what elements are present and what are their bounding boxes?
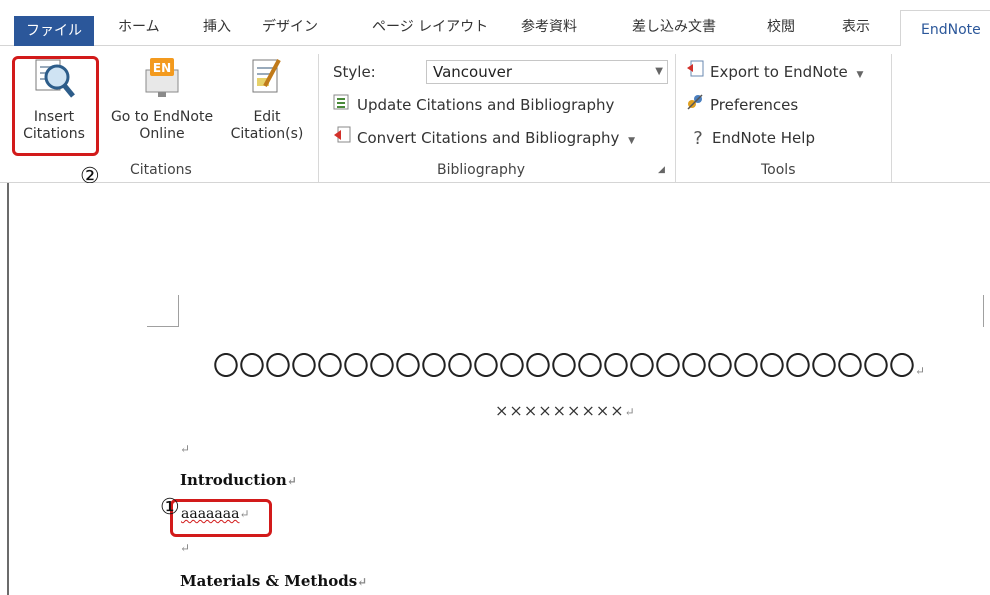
empty-paragraph-2: ↵: [180, 540, 190, 556]
go-to-endnote-label-2: Online: [139, 126, 185, 142]
style-label: Style:: [333, 63, 376, 81]
step-1-marker: ①: [160, 495, 180, 520]
tab-design[interactable]: デザイン: [262, 8, 318, 46]
tab-references[interactable]: 参考資料: [521, 8, 577, 46]
edit-citations-label-1: Edit: [253, 109, 281, 125]
export-icon: [686, 60, 704, 85]
document-title: 〇〇〇〇〇〇〇〇〇〇〇〇〇〇〇〇〇〇〇〇〇〇〇〇〇〇〇↵: [213, 346, 925, 383]
heading-introduction: Introduction↵: [180, 471, 297, 489]
crop-mark-left: [147, 295, 179, 327]
tab-review[interactable]: 校閲: [767, 8, 795, 46]
tab-endnote[interactable]: EndNote: [900, 10, 990, 47]
tab-page-layout[interactable]: ページ レイアウト: [372, 8, 488, 46]
crop-mark-right: [983, 295, 990, 327]
update-citations-button[interactable]: Update Citations and Bibliography: [333, 93, 614, 117]
svg-text:EN: EN: [153, 61, 171, 75]
document-authors-text: ×××××××××: [495, 401, 625, 420]
edit-document-icon: [222, 56, 312, 105]
endnote-help-button[interactable]: ? EndNote Help: [690, 126, 815, 150]
paragraph-mark-icon: ↵: [180, 442, 191, 456]
tab-mailings[interactable]: 差し込み文書: [632, 8, 716, 46]
document-authors: ×××××××××↵: [495, 401, 636, 420]
body-text-highlight: [170, 499, 272, 537]
dialog-launcher-icon[interactable]: ◢: [658, 165, 665, 175]
heading-introduction-text: Introduction: [180, 471, 287, 489]
preferences-label: Preferences: [710, 96, 799, 114]
paragraph-mark-icon: ↵: [624, 405, 636, 419]
endnote-ribbon: Insert Citations EN Go to EndNote Online: [0, 46, 990, 183]
update-list-icon: [333, 93, 351, 118]
help-icon: ?: [693, 127, 703, 149]
tab-insert[interactable]: 挿入: [203, 8, 231, 46]
convert-citations-label: Convert Citations and Bibliography: [357, 129, 620, 147]
group-separator: [318, 54, 319, 182]
tab-file[interactable]: ファイル: [14, 16, 94, 46]
tab-view[interactable]: 表示: [842, 8, 870, 46]
preferences-icon: [686, 93, 704, 118]
group-separator: [891, 54, 892, 182]
chevron-down-icon: ▼: [655, 66, 663, 77]
heading-materials-methods-text: Materials & Methods: [180, 572, 358, 590]
preferences-button[interactable]: Preferences: [686, 93, 798, 117]
export-to-endnote-label: Export to EndNote: [710, 63, 848, 81]
convert-citations-button[interactable]: Convert Citations and Bibliography ▼: [333, 126, 635, 150]
paragraph-mark-icon: ↵: [915, 364, 926, 378]
edit-citations-button[interactable]: Edit Citation(s): [222, 56, 312, 143]
edit-citations-label-2: Citation(s): [230, 126, 304, 142]
go-to-endnote-online-button[interactable]: EN Go to EndNote Online: [94, 56, 230, 143]
group-separator: [675, 54, 676, 182]
document-title-text: 〇〇〇〇〇〇〇〇〇〇〇〇〇〇〇〇〇〇〇〇〇〇〇〇〇〇〇: [213, 352, 916, 382]
document-page[interactable]: [0, 183, 990, 595]
paragraph-mark-icon: ↵: [180, 541, 191, 555]
empty-paragraph: ↵: [180, 441, 190, 457]
bibliography-group-label: Bibliography: [437, 162, 525, 178]
convert-icon: [333, 126, 351, 151]
dropdown-arrow-icon: ▼: [856, 70, 864, 80]
style-select-value: Vancouver: [433, 63, 512, 81]
export-to-endnote-button[interactable]: Export to EndNote ▼: [686, 60, 863, 84]
insert-citations-highlight: [12, 56, 99, 156]
citations-group-label: Citations: [130, 162, 192, 178]
endnote-help-label: EndNote Help: [712, 129, 815, 147]
paragraph-mark-icon: ↵: [286, 474, 297, 488]
tab-home[interactable]: ホーム: [118, 8, 160, 46]
go-to-endnote-label-1: Go to EndNote: [110, 109, 214, 125]
heading-materials-methods: Materials & Methods↵: [180, 572, 367, 590]
document-left-border: [7, 183, 9, 595]
paragraph-mark-icon: ↵: [357, 575, 368, 589]
style-select[interactable]: Vancouver ▼: [426, 60, 668, 84]
ribbon-tab-bar: ファイル ホーム 挿入 デザイン ページ レイアウト 参考資料 差し込み文書 校…: [0, 0, 990, 47]
endnote-online-icon: EN: [94, 56, 230, 105]
update-citations-label: Update Citations and Bibliography: [357, 96, 615, 114]
tools-group-label: Tools: [761, 162, 796, 178]
dropdown-arrow-icon: ▼: [628, 136, 636, 146]
